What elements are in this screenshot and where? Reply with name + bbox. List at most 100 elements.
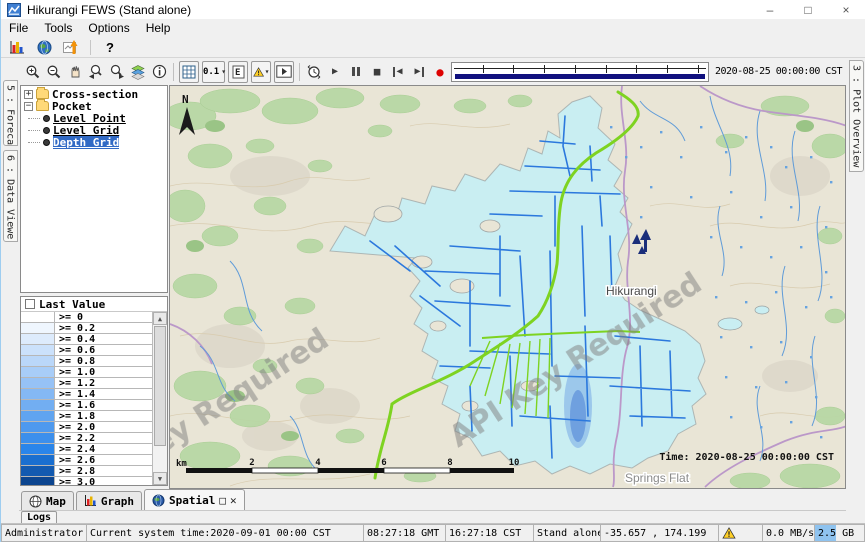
legend-row: >= 0.6 [21, 345, 152, 356]
status-local-time: 16:27:18 CST [446, 524, 534, 542]
window-title: Hikurangi FEWS (Stand alone) [27, 3, 191, 17]
stop-button[interactable]: ■ [367, 61, 387, 83]
toolbar-separator [90, 40, 91, 55]
play-icon: ▶ [332, 67, 338, 77]
map-canvas[interactable]: API Key Required API Key Required Hikura… [170, 86, 846, 488]
tab-close-icon[interactable]: ✕ [230, 494, 237, 507]
collapse-icon[interactable]: − [24, 102, 33, 111]
help-button[interactable]: ? [98, 38, 122, 57]
globe-icon [152, 494, 165, 507]
tab-graph-label: Graph [101, 495, 134, 508]
tree-item-leaf[interactable]: Depth Grid [21, 136, 167, 148]
bullet-icon [43, 127, 50, 134]
timeline-axis [454, 68, 706, 69]
left-shortcut-bar: 5 : Forecasts 6 : Data Viewer [1, 58, 19, 523]
maximize-button[interactable]: □ [789, 0, 827, 19]
layers-icon [130, 64, 146, 80]
app-window: Hikurangi FEWS (Stand alone) – □ × File … [0, 0, 865, 542]
skip-to-start-icon: ◀ [393, 67, 402, 77]
spatial-display-button[interactable] [32, 38, 56, 57]
timeline-slider[interactable] [451, 62, 709, 82]
time-settings-button[interactable] [304, 61, 324, 83]
legend-color-swatch [21, 422, 55, 432]
menu-help[interactable]: Help [138, 20, 179, 36]
status-memory: 2.5 GB [815, 524, 865, 542]
status-network-rate: 0.0 MB/s [763, 524, 815, 542]
tab-data-viewer[interactable]: 6 : Data Viewer [3, 150, 18, 242]
timeline-range-bar[interactable] [455, 74, 705, 79]
legend-row: >= 1.4 [21, 389, 152, 400]
scroll-thumb[interactable] [154, 326, 166, 446]
animation-button[interactable] [274, 61, 294, 83]
timeseries-chart-button[interactable] [5, 38, 29, 57]
play-button[interactable]: ▶ [325, 61, 345, 83]
show-grid-button[interactable] [179, 61, 199, 83]
legend-color-swatch [21, 356, 55, 366]
record-button[interactable]: ● [430, 61, 450, 83]
legend-scrollbar[interactable]: ▲ ▼ [153, 312, 167, 485]
globe-icon [37, 40, 52, 55]
tab-spatial[interactable]: Spatial □ ✕ [144, 489, 245, 510]
legend-panel: Last Value >= 0 >= 0.2 >= 0.4 >= 0.6 >= … [20, 296, 168, 486]
tab-maximize-icon[interactable]: □ [219, 494, 226, 507]
info-button[interactable] [149, 61, 169, 83]
grid-resolution-dropdown[interactable]: 0.1 ▾ [202, 61, 226, 83]
tab-plot-overview[interactable]: 3 : Plot Overview [849, 60, 864, 172]
menu-options[interactable]: Options [80, 20, 137, 36]
map-view[interactable]: API Key Required API Key Required Hikura… [169, 85, 846, 489]
pan-button[interactable] [65, 61, 85, 83]
folder-icon [36, 101, 49, 111]
zoom-out-icon [46, 64, 62, 80]
status-gmt-time: 08:27:18 GMT [364, 524, 446, 542]
tab-graph[interactable]: Graph [76, 491, 142, 510]
legend-color-swatch [21, 466, 55, 476]
legend-color-swatch [21, 345, 55, 355]
warnings-dropdown[interactable]: ▾ [251, 61, 271, 83]
import-timeseries-button[interactable] [59, 38, 83, 57]
pause-button[interactable] [346, 61, 366, 83]
status-warning-cell[interactable] [719, 524, 763, 542]
zoom-previous-button[interactable] [86, 61, 106, 83]
legend-row: >= 3.0 [21, 477, 152, 485]
menu-file[interactable]: File [1, 20, 36, 36]
legend-toggle-button[interactable]: E [228, 61, 248, 83]
go-to-end-button[interactable]: ▶ [409, 61, 429, 83]
bar-chart-icon [84, 495, 97, 507]
legend-row: >= 0.2 [21, 323, 152, 334]
last-value-checkbox[interactable] [25, 299, 35, 309]
minimize-button[interactable]: – [751, 0, 789, 19]
record-icon: ● [436, 66, 443, 78]
zoom-in-button[interactable] [23, 61, 43, 83]
clock-reset-icon [306, 64, 322, 80]
svg-text:E: E [235, 68, 240, 78]
zoom-next-button[interactable] [107, 61, 127, 83]
tab-spatial-label: Spatial [169, 494, 215, 507]
scroll-up-icon[interactable]: ▲ [153, 312, 167, 325]
expand-icon[interactable]: + [24, 90, 33, 99]
legend-color-swatch [21, 378, 55, 388]
data-viewer-panel: + Cross-section − Pocket Level Point Lev… [19, 85, 169, 489]
go-to-start-button[interactable]: ◀ [388, 61, 408, 83]
area-label: Springs Flat [625, 471, 690, 485]
legend-color-swatch [21, 312, 55, 322]
zoom-in-icon [25, 64, 41, 80]
tree-item-leaf[interactable]: Level Point [21, 112, 167, 124]
zoom-out-button[interactable] [44, 61, 64, 83]
scroll-down-icon[interactable]: ▼ [153, 472, 167, 485]
chevron-down-icon: ▾ [265, 67, 270, 76]
tab-map[interactable]: Map [21, 491, 74, 510]
menu-tools[interactable]: Tools [36, 20, 80, 36]
menu-bar: File Tools Options Help [1, 19, 865, 37]
status-bar: Administrator Current system time:2020-0… [1, 523, 865, 542]
tree-item-folder[interactable]: − Pocket [21, 100, 167, 112]
right-shortcut-bar: 3 : Plot Overview [846, 58, 865, 523]
toolbar-separator [299, 63, 300, 81]
tree-item-leaf[interactable]: Level Grid [21, 124, 167, 136]
svg-text:8: 8 [447, 458, 452, 468]
toolbar-separator [173, 63, 174, 81]
legend-row: >= 0.4 [21, 334, 152, 345]
tab-forecasts[interactable]: 5 : Forecasts [3, 80, 18, 146]
close-button[interactable]: × [827, 0, 865, 19]
layers-button[interactable] [128, 61, 148, 83]
title-bar: Hikurangi FEWS (Stand alone) – □ × [1, 0, 865, 19]
